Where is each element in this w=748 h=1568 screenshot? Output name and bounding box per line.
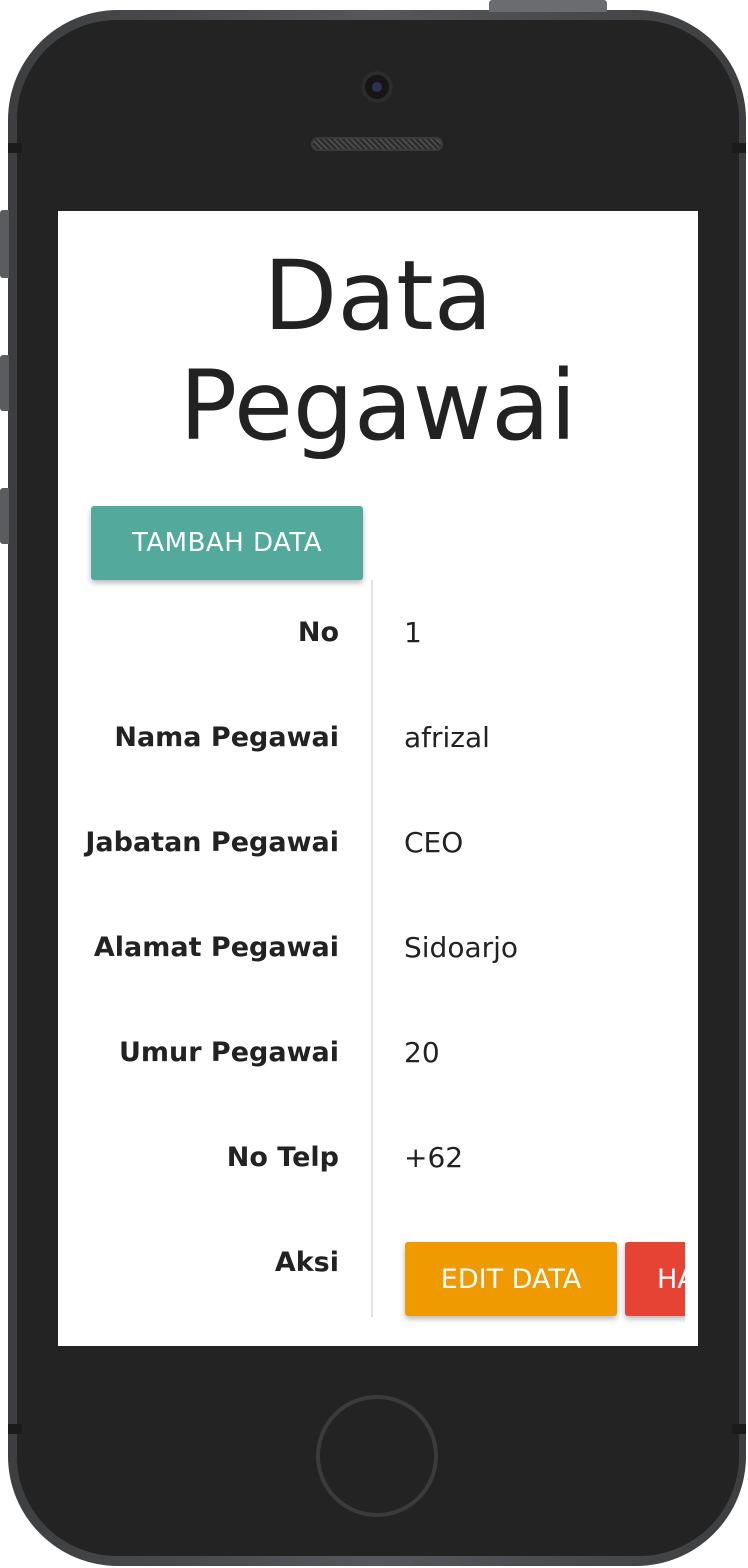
row-value: 1	[404, 616, 422, 649]
row-label: No Telp	[226, 1142, 339, 1173]
table-row-jabatan: Jabatan Pegawai CEO	[58, 790, 698, 895]
volume-up-button	[0, 355, 9, 411]
volume-down-button	[0, 488, 9, 544]
row-label: Alamat Pegawai	[93, 932, 339, 963]
antenna-band-left-top	[8, 143, 22, 153]
earpiece-speaker	[311, 137, 443, 151]
table-row-nama: Nama Pegawai afrizal	[58, 685, 698, 790]
edit-data-button[interactable]: EDIT DATA	[405, 1242, 617, 1316]
actions-label: Aksi	[274, 1247, 339, 1278]
device-mockup: Data Pegawai TAMBAH DATA No 1 Nama Pegaw…	[0, 0, 748, 1568]
home-button[interactable]	[316, 1395, 438, 1517]
table-row-alamat: Alamat Pegawai Sidoarjo	[58, 895, 698, 1000]
row-label: Nama Pegawai	[114, 722, 339, 753]
page-title: Data Pegawai	[179, 240, 577, 462]
row-value: afrizal	[404, 721, 490, 754]
table-row-umur: Umur Pegawai 20	[58, 1000, 698, 1105]
antenna-band-right-bottom	[732, 1424, 746, 1434]
row-label: Umur Pegawai	[118, 1037, 339, 1068]
row-value: Sidoarjo	[404, 931, 519, 964]
row-label: Jabatan Pegawai	[85, 827, 339, 858]
row-value: 20	[404, 1036, 440, 1069]
table-row-no: No 1	[58, 580, 698, 685]
actions-cell: EDIT DATA HAPUS DATA	[398, 1236, 685, 1326]
front-camera	[361, 71, 393, 103]
delete-data-button[interactable]: HAPUS DATA	[625, 1242, 685, 1316]
screen: Data Pegawai TAMBAH DATA No 1 Nama Pegaw…	[58, 211, 698, 1346]
antenna-band-left-bottom	[8, 1424, 22, 1434]
mute-switch	[0, 210, 9, 278]
row-value: CEO	[404, 826, 464, 859]
add-data-button[interactable]: TAMBAH DATA	[91, 506, 363, 580]
row-label: No	[297, 617, 339, 648]
antenna-band-right-top	[732, 143, 746, 153]
power-button	[489, 0, 607, 12]
table-row-telp: No Telp +62	[58, 1105, 698, 1210]
row-value: +62	[404, 1141, 464, 1174]
